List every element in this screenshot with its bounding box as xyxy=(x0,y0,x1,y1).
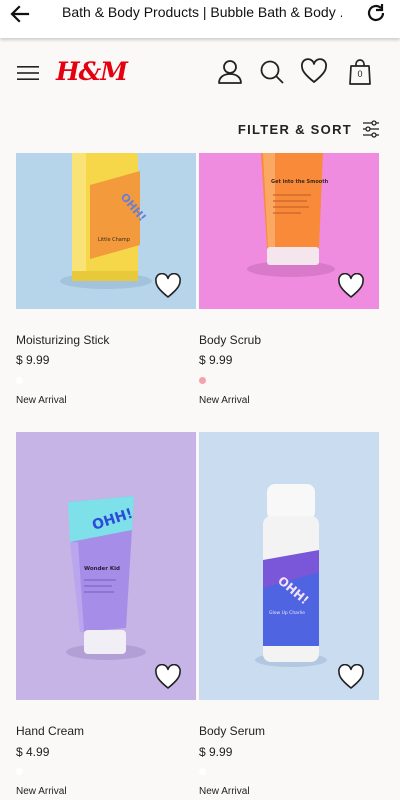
browser-toolbar: Bath & Body Products | Bubble Bath & Bod… xyxy=(0,0,400,38)
filter-sort-label: FILTER & SORT xyxy=(237,121,352,137)
new-arrival-badge: New Arrival xyxy=(16,786,67,797)
bag-count: 0 xyxy=(357,69,363,79)
product-image[interactable]: OHH! Glow Up Charlie xyxy=(199,432,379,700)
product-name[interactable]: Body Scrub xyxy=(199,333,261,347)
package-name: Wonder Kid xyxy=(84,566,120,572)
search-icon[interactable] xyxy=(258,58,286,86)
filter-sort-button[interactable]: FILTER & SORT xyxy=(238,120,380,138)
account-icon[interactable] xyxy=(216,58,244,86)
new-arrival-badge: New Arrival xyxy=(16,395,67,406)
product-image[interactable]: Get into the Smooth xyxy=(199,153,379,309)
product-card-moisturizing-stick[interactable]: OHH! Little Champ Moisturizing Stick $ 9… xyxy=(16,153,196,413)
product-name[interactable]: Moisturizing Stick xyxy=(16,333,109,347)
package-name: Little Champ xyxy=(98,237,130,243)
product-price: $ 4.99 xyxy=(16,745,50,759)
package-name: Get into the Smooth xyxy=(271,179,329,185)
product-price: $ 9.99 xyxy=(199,745,233,759)
new-arrival-badge: New Arrival xyxy=(199,786,250,797)
hand-cream-photo: OHH! Wonder Kid xyxy=(66,496,146,660)
product-card-body-scrub[interactable]: Get into the Smooth Body Scrub $ 9.99 Ne… xyxy=(199,153,379,413)
color-swatch[interactable] xyxy=(199,768,206,775)
product-price: $ 9.99 xyxy=(199,353,233,367)
package-name: Glow Up Charlie xyxy=(269,610,305,616)
color-swatch[interactable] xyxy=(16,768,23,775)
product-card-hand-cream[interactable]: OHH! Wonder Kid Hand Cream $ 4.99 New Ar… xyxy=(16,432,196,800)
favorite-heart-icon[interactable] xyxy=(337,664,365,690)
body-serum-photo: OHH! Glow Up Charlie xyxy=(255,484,327,667)
product-name[interactable]: Body Serum xyxy=(199,724,265,738)
product-image[interactable]: OHH! Wonder Kid xyxy=(16,432,196,700)
shopping-bag-button[interactable]: 0 xyxy=(347,58,373,86)
reload-icon[interactable] xyxy=(364,1,388,25)
menu-icon[interactable] xyxy=(17,64,39,82)
product-price: $ 9.99 xyxy=(16,353,50,367)
product-name[interactable]: Hand Cream xyxy=(16,724,84,738)
color-swatch[interactable] xyxy=(199,377,206,384)
new-arrival-badge: New Arrival xyxy=(199,395,250,406)
favorite-heart-icon[interactable] xyxy=(154,664,182,690)
color-swatch[interactable] xyxy=(16,377,23,384)
hm-logo[interactable]: H&M xyxy=(56,57,128,86)
site-header: H&M 0 xyxy=(0,38,400,108)
favorites-icon[interactable] xyxy=(300,58,328,86)
filter-sliders-icon xyxy=(363,120,379,138)
favorite-heart-icon[interactable] xyxy=(337,273,365,299)
product-card-body-serum[interactable]: OHH! Glow Up Charlie Body Serum $ 9.99 N… xyxy=(199,432,379,800)
favorite-heart-icon[interactable] xyxy=(154,273,182,299)
back-arrow-icon[interactable] xyxy=(8,2,32,26)
product-image[interactable]: OHH! Little Champ xyxy=(16,153,196,309)
page-title: Bath & Body Products | Bubble Bath & Bod… xyxy=(62,4,342,20)
